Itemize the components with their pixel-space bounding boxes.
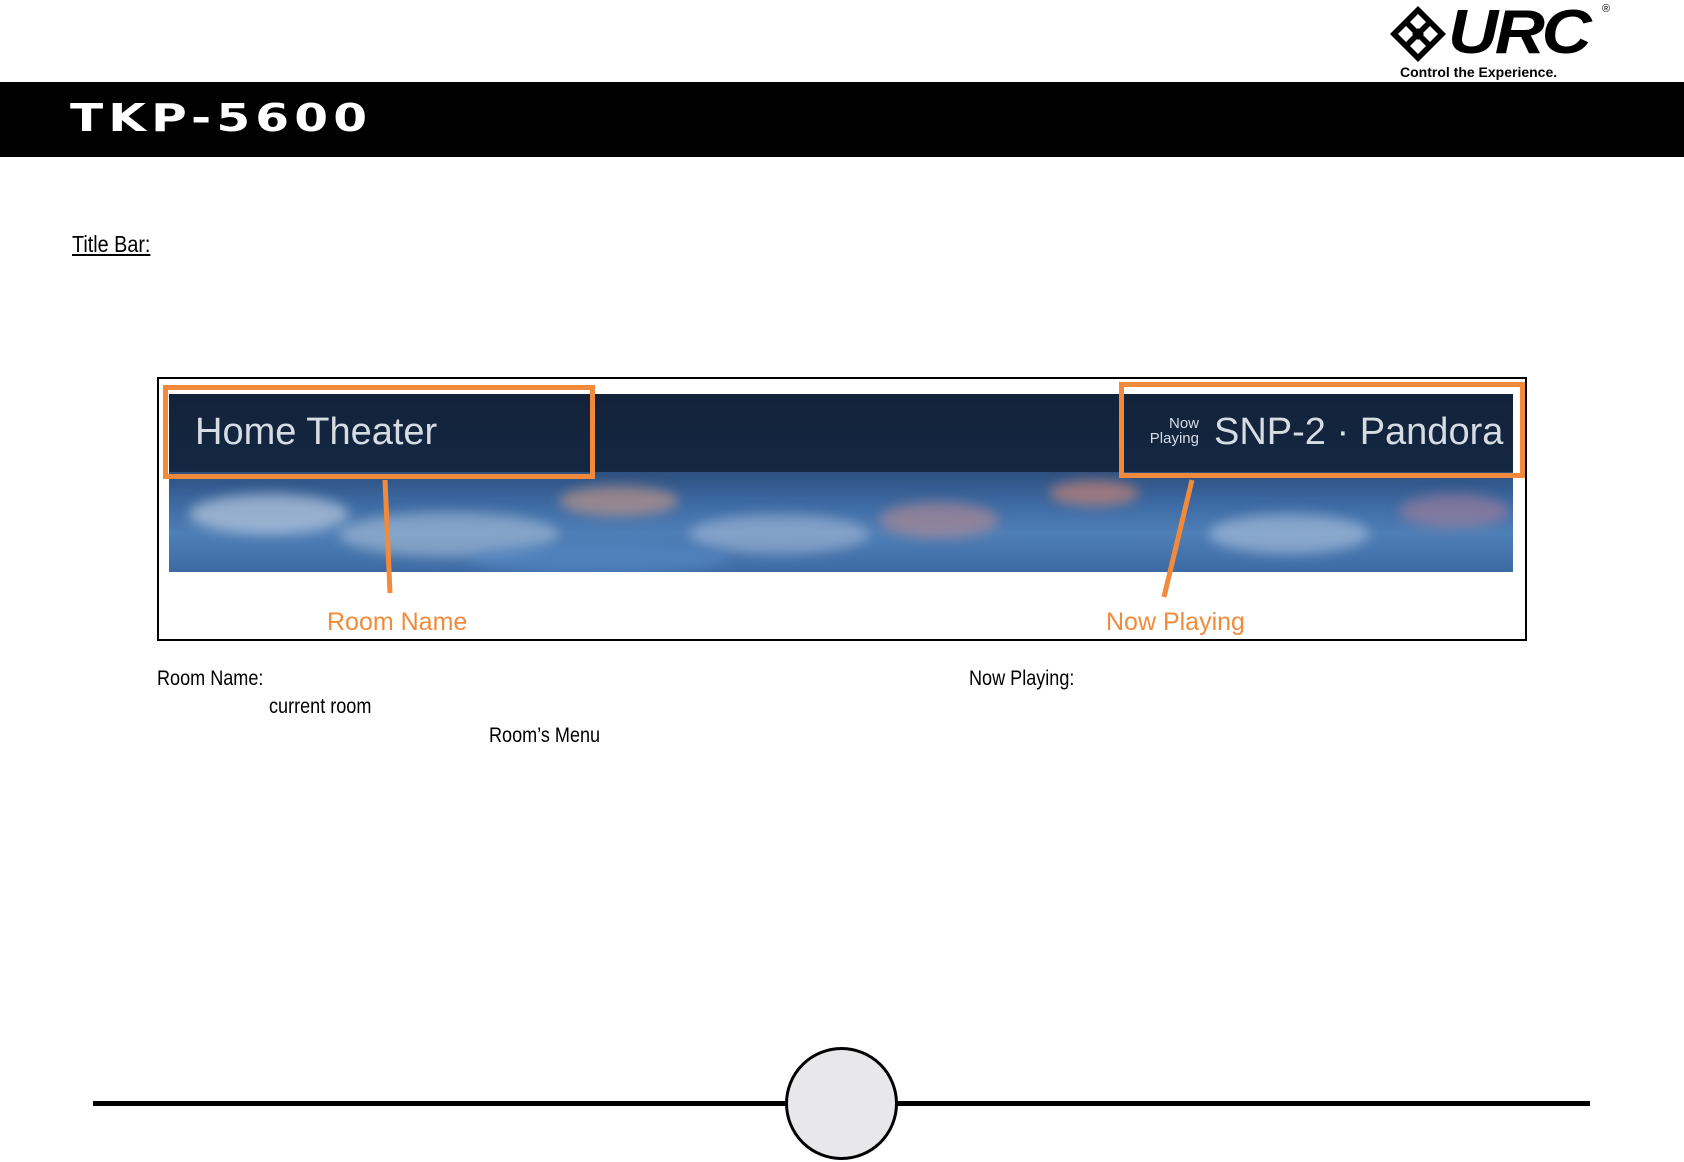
urc-diamond-icon: [1390, 6, 1446, 62]
rooms-menu-text: Room’s Menu: [489, 724, 601, 747]
footer-rule-right: [894, 1101, 1590, 1106]
now-playing-description-label: Now Playing:: [969, 667, 1075, 690]
current-room-text: current room: [269, 695, 372, 718]
now-playing-highlight: [1119, 382, 1525, 478]
registered-mark: ®: [1602, 3, 1611, 15]
room-name-callout: Room Name: [327, 608, 468, 636]
urc-logo: URC ® Control the Experience.: [1380, 2, 1620, 80]
urc-logo-letters: URC: [1448, 0, 1592, 67]
footer-rule-left: [93, 1101, 793, 1106]
room-name-description-label: Room Name:: [157, 667, 264, 690]
document-title: TKP-5600: [70, 96, 373, 140]
header-bar: TKP-5600: [0, 82, 1684, 157]
title-bar-screenshot: Home Theater Now Playing SNP-2 · Pandora…: [157, 377, 1527, 641]
logo-tagline: Control the Experience.: [1400, 64, 1558, 80]
section-heading: Title Bar:: [72, 231, 151, 257]
room-name-highlight: [163, 385, 595, 479]
now-playing-callout: Now Playing: [1106, 608, 1245, 636]
page-number-badge: [785, 1047, 898, 1160]
